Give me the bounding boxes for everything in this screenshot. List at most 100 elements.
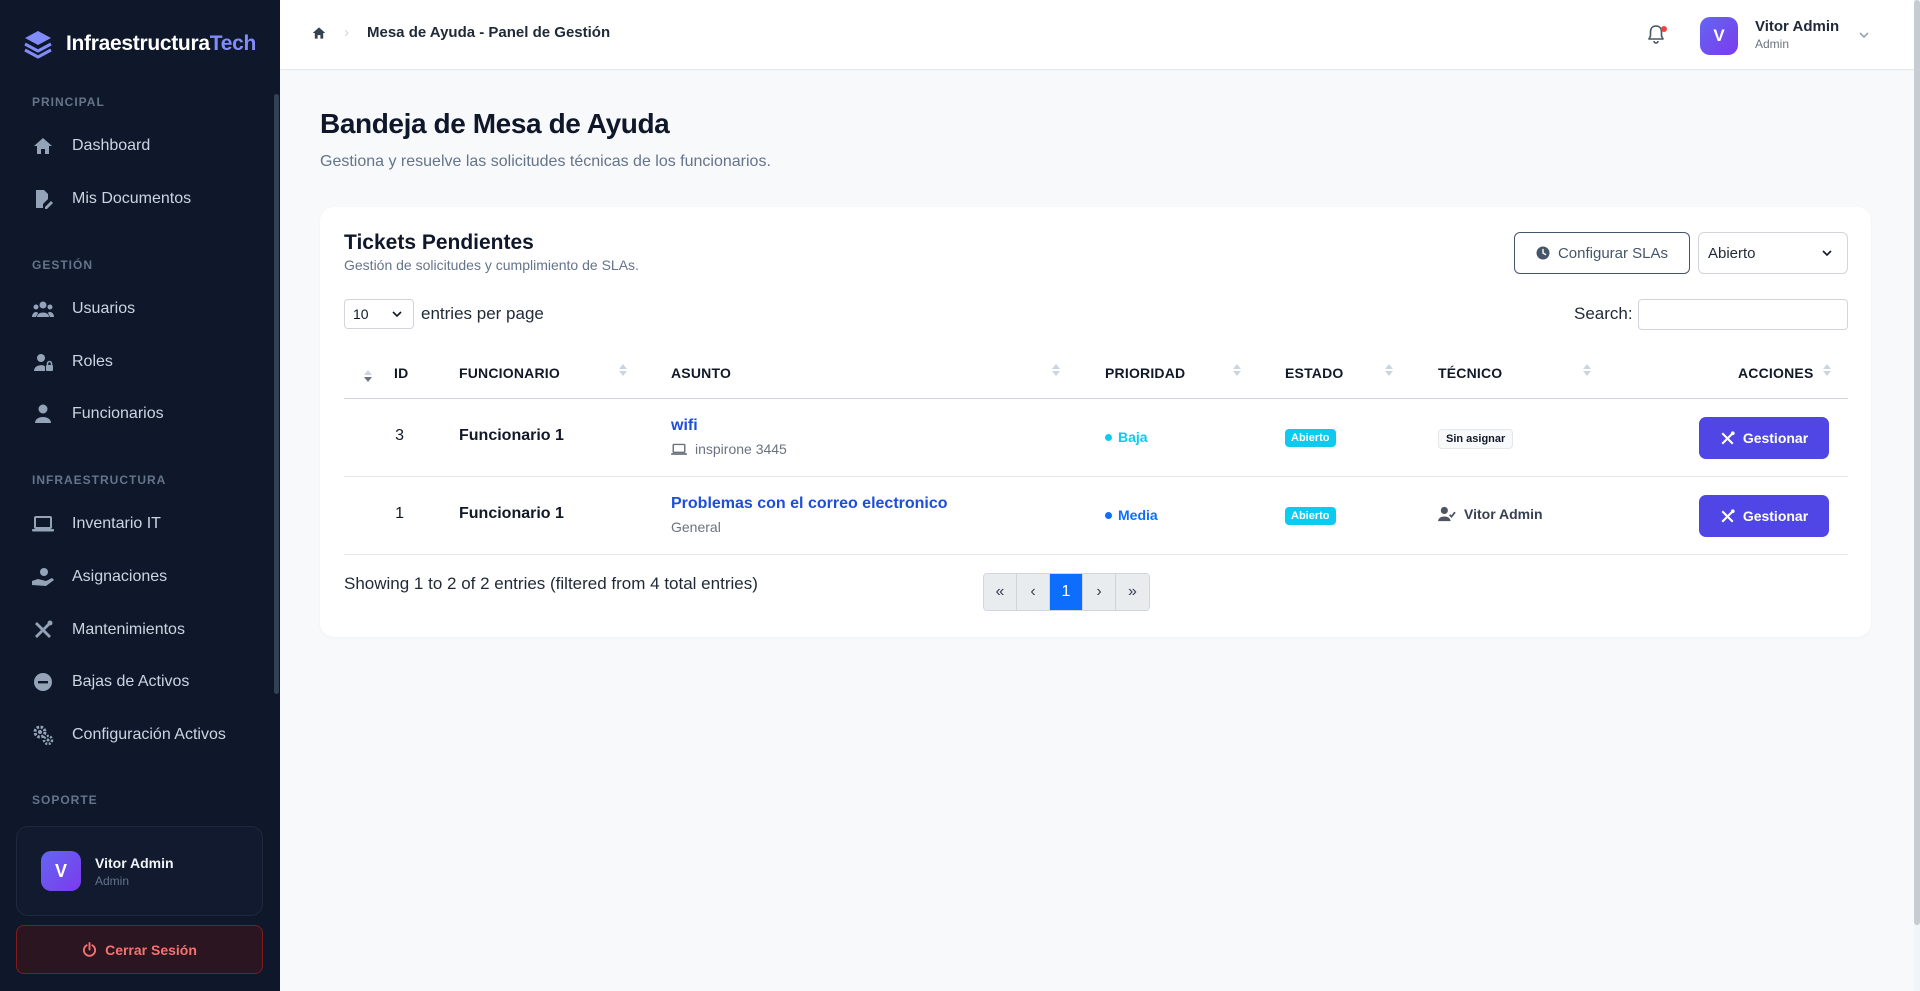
layers-logo-icon [24, 31, 52, 59]
user-icon [32, 403, 54, 425]
status-filter-value: Abierto [1708, 244, 1756, 262]
sidebar-item-usuarios[interactable]: Usuarios [32, 295, 135, 323]
manage-button[interactable]: Gestionar [1699, 417, 1829, 459]
top-header: › Mesa de Ayuda - Panel de Gestión V Vit… [280, 0, 1914, 70]
sidebar-item-label: Roles [72, 353, 113, 370]
chevron-down-icon[interactable] [1858, 28, 1870, 46]
ticket-funcionario: Funcionario 1 [459, 427, 564, 444]
brand[interactable]: InfraestructuraTech [22, 28, 256, 60]
pager-last[interactable]: » [1116, 574, 1149, 610]
clock-icon [1536, 246, 1550, 260]
logout-button[interactable]: Cerrar Sesión [16, 925, 263, 974]
sidebar-item-configuracion-activos[interactable]: Configuración Activos [32, 721, 226, 749]
home-icon [32, 135, 54, 157]
gears-icon [32, 724, 54, 746]
section-label-principal: PRINCIPAL [32, 95, 105, 109]
sidebar-item-label: Mis Documentos [72, 190, 192, 207]
user-lock-icon [32, 351, 54, 373]
user-role: Admin [95, 873, 130, 888]
sort-indicator[interactable] [1052, 362, 1060, 378]
section-label-gestion: GESTIÓN [32, 258, 94, 272]
manage-button[interactable]: Gestionar [1699, 495, 1829, 537]
ticket-id: 1 [395, 505, 404, 522]
priority-indicator: Media [1105, 507, 1158, 523]
sidebar-item-funcionarios[interactable]: Funcionarios [32, 400, 164, 428]
chevron-right-icon: › [344, 24, 349, 41]
status-filter-select[interactable]: Abierto [1698, 232, 1848, 274]
laptop-icon [32, 513, 54, 535]
ticket-subject-link[interactable]: wifi [671, 417, 698, 435]
pager-previous[interactable]: ‹ [1017, 574, 1050, 610]
sidebar-item-mantenimientos[interactable]: Mantenimientos [32, 616, 185, 644]
sort-indicator[interactable] [1385, 362, 1393, 378]
chevron-down-icon [1822, 250, 1832, 257]
tickets-card: Tickets Pendientes Gestión de solicitude… [320, 207, 1871, 637]
priority-label: Media [1118, 507, 1158, 523]
notification-dot [1661, 26, 1667, 32]
table-row: 3 Funcionario 1 wifi inspirone 3445 Baja… [344, 399, 1848, 477]
priority-dot [1105, 433, 1112, 441]
hand-user-icon [32, 566, 54, 588]
pager-next[interactable]: › [1083, 574, 1116, 610]
sidebar-item-label: Asignaciones [72, 568, 168, 585]
table-info: Showing 1 to 2 of 2 entries (filtered fr… [344, 574, 758, 593]
sidebar-scrollbar[interactable] [274, 94, 279, 694]
column-header-estado[interactable]: ESTADO [1285, 365, 1344, 381]
tools-icon [1721, 430, 1735, 444]
search-input[interactable] [1638, 299, 1848, 330]
page-scrollbar-thumb[interactable] [1914, 0, 1920, 925]
sidebar-item-label: Dashboard [72, 137, 151, 154]
page-title: Bandeja de Mesa de Ayuda [320, 108, 670, 139]
pager-first[interactable]: « [984, 574, 1017, 610]
ticket-category: General [671, 519, 721, 535]
user-check-icon [1438, 506, 1456, 522]
sidebar-user-card[interactable]: V Vitor Admin Admin [16, 826, 263, 916]
sidebar-item-inventario-it[interactable]: Inventario IT [32, 510, 161, 538]
search-label: Search: [1574, 304, 1633, 323]
sort-indicator[interactable] [1233, 362, 1241, 378]
ticket-funcionario: Funcionario 1 [459, 505, 564, 522]
notifications-button[interactable] [1646, 24, 1668, 46]
configure-slas-button[interactable]: Configurar SLAs [1514, 232, 1690, 274]
sort-indicator[interactable] [364, 368, 372, 384]
header-user-name: Vitor Admin [1755, 18, 1840, 35]
users-icon [32, 298, 54, 320]
pager-page-1[interactable]: 1 [1050, 574, 1083, 610]
header-avatar[interactable]: V [1700, 17, 1738, 55]
section-label-infraestructura: INFRAESTRUCTURA [32, 473, 167, 487]
card-subtitle: Gestión de solicitudes y cumplimiento de… [344, 257, 639, 273]
logout-label: Cerrar Sesión [105, 941, 197, 958]
sidebar-item-label: Configuración Activos [72, 726, 226, 743]
header-user[interactable]: Vitor Admin Admin [1755, 18, 1839, 51]
ticket-subject-detail: inspirone 3445 [671, 441, 787, 457]
page-length-select[interactable]: 10 [344, 299, 414, 329]
user-name: Vitor Admin [95, 854, 174, 871]
home-icon[interactable] [312, 26, 326, 40]
status-badge: Abierto [1285, 429, 1336, 447]
asset-name: inspirone 3445 [695, 441, 787, 457]
section-label-soporte: SOPORTE [32, 793, 98, 807]
column-header-prioridad[interactable]: PRIORIDAD [1105, 365, 1185, 381]
brand-name: InfraestructuraTech [66, 32, 256, 55]
technician-name: Vitor Admin [1464, 506, 1543, 522]
tools-icon [32, 619, 54, 641]
column-header-id[interactable]: ID [394, 365, 408, 381]
column-header-acciones[interactable]: ACCIONES [1738, 365, 1814, 381]
unassigned-badge: Sin asignar [1438, 429, 1514, 449]
column-header-funcionario[interactable]: FUNCIONARIO [459, 365, 560, 381]
column-header-tecnico[interactable]: TÉCNICO [1438, 365, 1502, 381]
sidebar-item-asignaciones[interactable]: Asignaciones [32, 563, 167, 591]
column-header-asunto[interactable]: ASUNTO [671, 365, 731, 381]
sidebar-item-bajas-de-activos[interactable]: Bajas de Activos [32, 668, 189, 696]
sort-indicator[interactable] [1823, 362, 1831, 378]
sort-indicator[interactable] [1583, 362, 1591, 378]
sidebar-item-label: Funcionarios [72, 405, 164, 422]
sidebar-item-mis-documentos[interactable]: Mis Documentos [32, 185, 191, 213]
sidebar: InfraestructuraTech PRINCIPAL Dashboard … [0, 0, 280, 991]
sidebar-item-roles[interactable]: Roles [32, 348, 113, 376]
sort-indicator[interactable] [619, 362, 627, 378]
page-scrollbar[interactable] [1914, 0, 1920, 991]
ticket-subject-link[interactable]: Problemas con el correo electronico [671, 495, 948, 513]
chevron-down-icon [392, 311, 402, 318]
sidebar-item-dashboard[interactable]: Dashboard [32, 132, 150, 160]
